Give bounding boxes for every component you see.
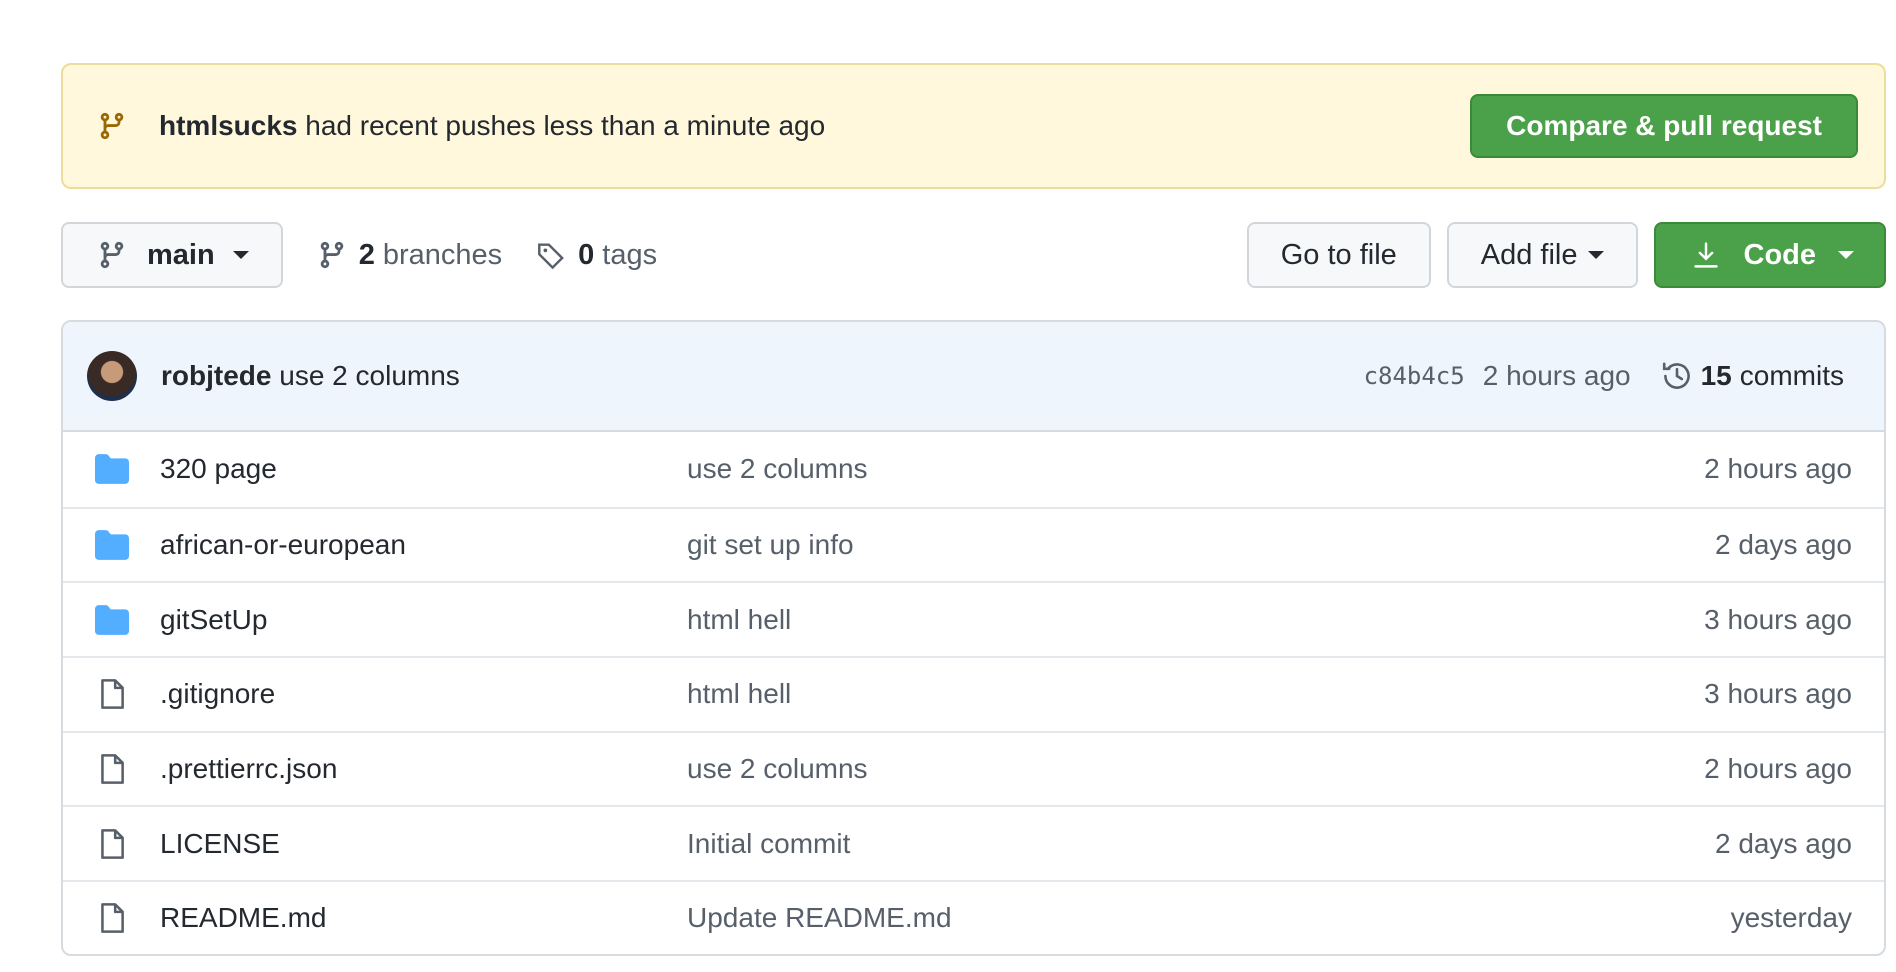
file-name-link[interactable]: .gitignore — [160, 678, 275, 710]
file-row[interactable]: .prettierrc.json use 2 columns 2 hours ago — [63, 730, 1884, 806]
branch-name: main — [147, 238, 215, 271]
folder-icon — [95, 528, 129, 562]
chevron-down-icon — [232, 251, 249, 259]
latest-commit-message: robjtede use 2 columns — [161, 360, 460, 392]
file-name-link[interactable]: african-or-european — [160, 529, 406, 561]
latest-commit-bar: robjtede use 2 columns c84b4c5 2 hours a… — [63, 322, 1884, 432]
tags-label: tags — [602, 238, 658, 271]
file-commit-link[interactable]: html hell — [687, 678, 791, 710]
branches-link[interactable]: 2 branches — [317, 239, 502, 272]
git-branch-icon — [320, 241, 343, 269]
banner-user-link[interactable]: htmlsucks — [159, 110, 298, 141]
folder-icon — [95, 603, 129, 637]
file-age: 2 hours ago — [1704, 753, 1852, 785]
folder-icon — [95, 452, 129, 486]
tag-icon — [538, 243, 565, 270]
commits-count: 15 — [1700, 360, 1732, 391]
commit-message-link[interactable]: use 2 columns — [279, 360, 460, 391]
file-name-link[interactable]: 320 page — [160, 453, 277, 485]
file-commit-link[interactable]: Initial commit — [687, 828, 850, 860]
file-name-link[interactable]: LICENSE — [160, 828, 280, 860]
file-icon — [95, 677, 129, 711]
file-row[interactable]: LICENSE Initial commit 2 days ago — [63, 805, 1884, 880]
file-row[interactable]: 320 page use 2 columns 2 hours ago — [63, 432, 1884, 507]
tags-count: 0 — [578, 238, 595, 271]
add-file-label: Add file — [1480, 238, 1578, 271]
file-name-link[interactable]: README.md — [160, 902, 326, 934]
commits-history-link[interactable]: 15 commits — [1661, 360, 1844, 392]
chevron-down-icon — [1587, 251, 1604, 259]
file-row[interactable]: african-or-european git set up info 2 days… — [63, 506, 1884, 582]
file-row[interactable]: .gitignore html hell 3 hours ago — [63, 656, 1884, 731]
file-icon — [95, 752, 129, 786]
file-commit-link[interactable]: git set up info — [687, 529, 854, 561]
tags-link[interactable]: 0 tags — [536, 239, 657, 272]
recent-push-banner: htmlsucks had recent pushes less than a … — [61, 63, 1886, 189]
file-age: 3 hours ago — [1704, 678, 1852, 710]
commit-time: 2 hours ago — [1482, 360, 1631, 391]
commit-author-link[interactable]: robjtede — [161, 360, 271, 391]
add-file-button[interactable]: Add file — [1446, 222, 1638, 288]
file-age: 2 hours ago — [1704, 453, 1852, 485]
file-name-link[interactable]: .prettierrc.json — [160, 753, 337, 785]
go-to-file-button[interactable]: Go to file — [1246, 222, 1431, 288]
code-button[interactable]: Code — [1653, 222, 1886, 288]
commit-sha-link[interactable]: c84b4c5 — [1364, 362, 1465, 390]
history-icon — [1662, 362, 1690, 389]
file-age: 2 days ago — [1715, 529, 1852, 561]
git-branch-icon — [100, 241, 124, 269]
file-age: 2 days ago — [1715, 827, 1852, 859]
file-browser: robjtede use 2 columns c84b4c5 2 hours a… — [61, 320, 1886, 956]
file-row[interactable]: gitSetUp html hell 3 hours ago — [63, 581, 1884, 656]
file-commit-link[interactable]: use 2 columns — [687, 453, 868, 485]
git-branch-icon — [100, 112, 124, 140]
branch-select-button[interactable]: main — [61, 222, 283, 288]
avatar[interactable] — [87, 351, 137, 401]
branches-count: 2 — [358, 238, 375, 271]
banner-text: had recent pushes less than a minute ago — [305, 110, 826, 141]
file-commit-link[interactable]: Update README.md — [687, 902, 952, 934]
commits-label: commits — [1739, 360, 1844, 391]
file-age: 3 hours ago — [1704, 603, 1852, 635]
file-list: 320 page use 2 columns 2 hours ago african-… — [63, 432, 1884, 954]
code-label: Code — [1743, 238, 1817, 271]
file-icon — [95, 901, 129, 935]
chevron-down-icon — [1838, 251, 1854, 259]
file-name-link[interactable]: gitSetUp — [160, 604, 267, 636]
compare-pull-request-button[interactable]: Compare & pull request — [1470, 94, 1858, 158]
banner-message: htmlsucks had recent pushes less than a … — [159, 110, 825, 142]
download-icon — [1693, 242, 1718, 268]
branches-label: branches — [382, 238, 503, 271]
repo-toolbar: main 2 branches 0 tags Go to file Add fi… — [61, 222, 1886, 288]
file-commit-link[interactable]: use 2 columns — [687, 753, 868, 785]
file-row[interactable]: README.md Update README.md yesterday — [63, 880, 1884, 954]
file-commit-link[interactable]: html hell — [687, 604, 791, 636]
file-icon — [95, 827, 129, 861]
file-age: yesterday — [1730, 902, 1852, 934]
